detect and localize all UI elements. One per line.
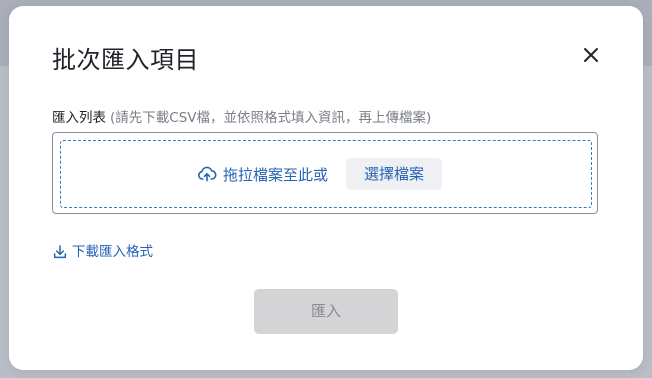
drop-zone-content: 拖拉檔案至此或 選擇檔案 [197, 158, 443, 190]
choose-file-button[interactable]: 選擇檔案 [346, 158, 443, 190]
close-button[interactable] [579, 43, 603, 67]
close-icon [584, 48, 598, 62]
field-label-main: 匯入列表 [52, 110, 106, 126]
download-icon [53, 245, 67, 259]
cloud-upload-icon [198, 166, 217, 182]
import-list-label: 匯入列表 (請先下載CSV檔，並依照格式填入資訊，再上傳檔案) [52, 108, 431, 128]
upload-field: 拖拉檔案至此或 選擇檔案 [52, 132, 598, 214]
download-template-label: 下載匯入格式 [72, 244, 153, 260]
drop-zone-text: 拖拉檔案至此或 [223, 165, 329, 184]
download-template-link[interactable]: 下載匯入格式 [52, 242, 153, 262]
import-button[interactable]: 匯入 [254, 289, 398, 334]
drop-zone[interactable]: 拖拉檔案至此或 選擇檔案 [60, 140, 592, 208]
import-modal: 批次匯入項目 匯入列表 (請先下載CSV檔，並依照格式填入資訊，再上傳檔案) 拖拉… [9, 6, 643, 370]
modal-title: 批次匯入項目 [52, 46, 199, 74]
field-label-hint: (請先下載CSV檔，並依照格式填入資訊，再上傳檔案) [110, 110, 432, 126]
